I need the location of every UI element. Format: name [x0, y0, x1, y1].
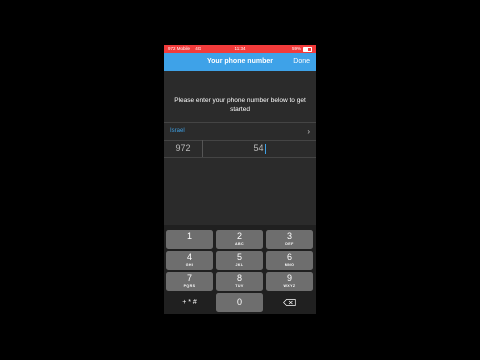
symbols-key[interactable]: + * # [166, 293, 213, 312]
key-7[interactable]: 7 PQRS [166, 272, 213, 291]
status-bar: 972 Mobile 4G 11:34 59% [164, 45, 316, 53]
numeric-keypad: 1 2 ABC 3 DEF 4 GHI 5 JKL 6 MNO 7 PQRS 8 [164, 225, 316, 314]
key-6[interactable]: 6 MNO [266, 251, 313, 270]
key-digit: 1 [186, 231, 192, 241]
key-digit: 9 [286, 273, 292, 283]
chevron-right-icon: › [307, 127, 310, 136]
backspace-key[interactable] [266, 293, 313, 312]
key-digit: 5 [236, 252, 242, 262]
phone-number-field[interactable]: 54 [203, 140, 316, 157]
country-selector[interactable]: Israel › [164, 122, 316, 141]
phone-entry-row: 972 54 [164, 140, 316, 158]
key-digit: 7 [186, 273, 192, 283]
country-code-field[interactable]: 972 [164, 140, 203, 157]
key-letters: WXYZ [283, 284, 296, 288]
key-letters: JKL [235, 263, 244, 267]
done-button[interactable]: Done [293, 53, 310, 71]
instruction-text: Please enter your phone number below to … [174, 97, 306, 113]
key-letters: GHI [185, 263, 194, 267]
key-letters: MNO [284, 263, 295, 267]
key-digit: 2 [236, 231, 242, 241]
navigation-bar: Your phone number Done [164, 53, 316, 71]
key-2[interactable]: 2 ABC [216, 230, 263, 249]
key-5[interactable]: 5 JKL [216, 251, 263, 270]
key-letters: PQRS [183, 284, 196, 288]
key-3[interactable]: 3 DEF [266, 230, 313, 249]
battery-percent: 59% [291, 46, 301, 51]
phone-number-value: 54 [253, 143, 264, 153]
key-9[interactable]: 9 WXYZ [266, 272, 313, 291]
status-battery-group: 59% [292, 45, 312, 53]
key-digit: 0 [236, 297, 242, 307]
text-cursor [264, 143, 266, 154]
key-digit: 6 [286, 252, 292, 262]
key-letters: ABC [235, 242, 244, 246]
battery-icon [303, 46, 312, 52]
key-4[interactable]: 4 GHI [166, 251, 213, 270]
key-letters: DEF [285, 242, 294, 246]
key-digit: 8 [236, 273, 242, 283]
key-0[interactable]: 0 [216, 293, 263, 312]
backspace-icon [283, 299, 296, 306]
key-1[interactable]: 1 [166, 230, 213, 249]
key-digit: 4 [186, 252, 192, 262]
phone-screen: 972 Mobile 4G 11:34 59% Your phone numbe… [164, 45, 316, 314]
key-digit: 3 [286, 231, 292, 241]
country-name: Israel [170, 128, 185, 134]
key-letters: TUV [235, 284, 244, 288]
symbols-label: + * # [182, 299, 197, 306]
key-8[interactable]: 8 TUV [216, 272, 263, 291]
